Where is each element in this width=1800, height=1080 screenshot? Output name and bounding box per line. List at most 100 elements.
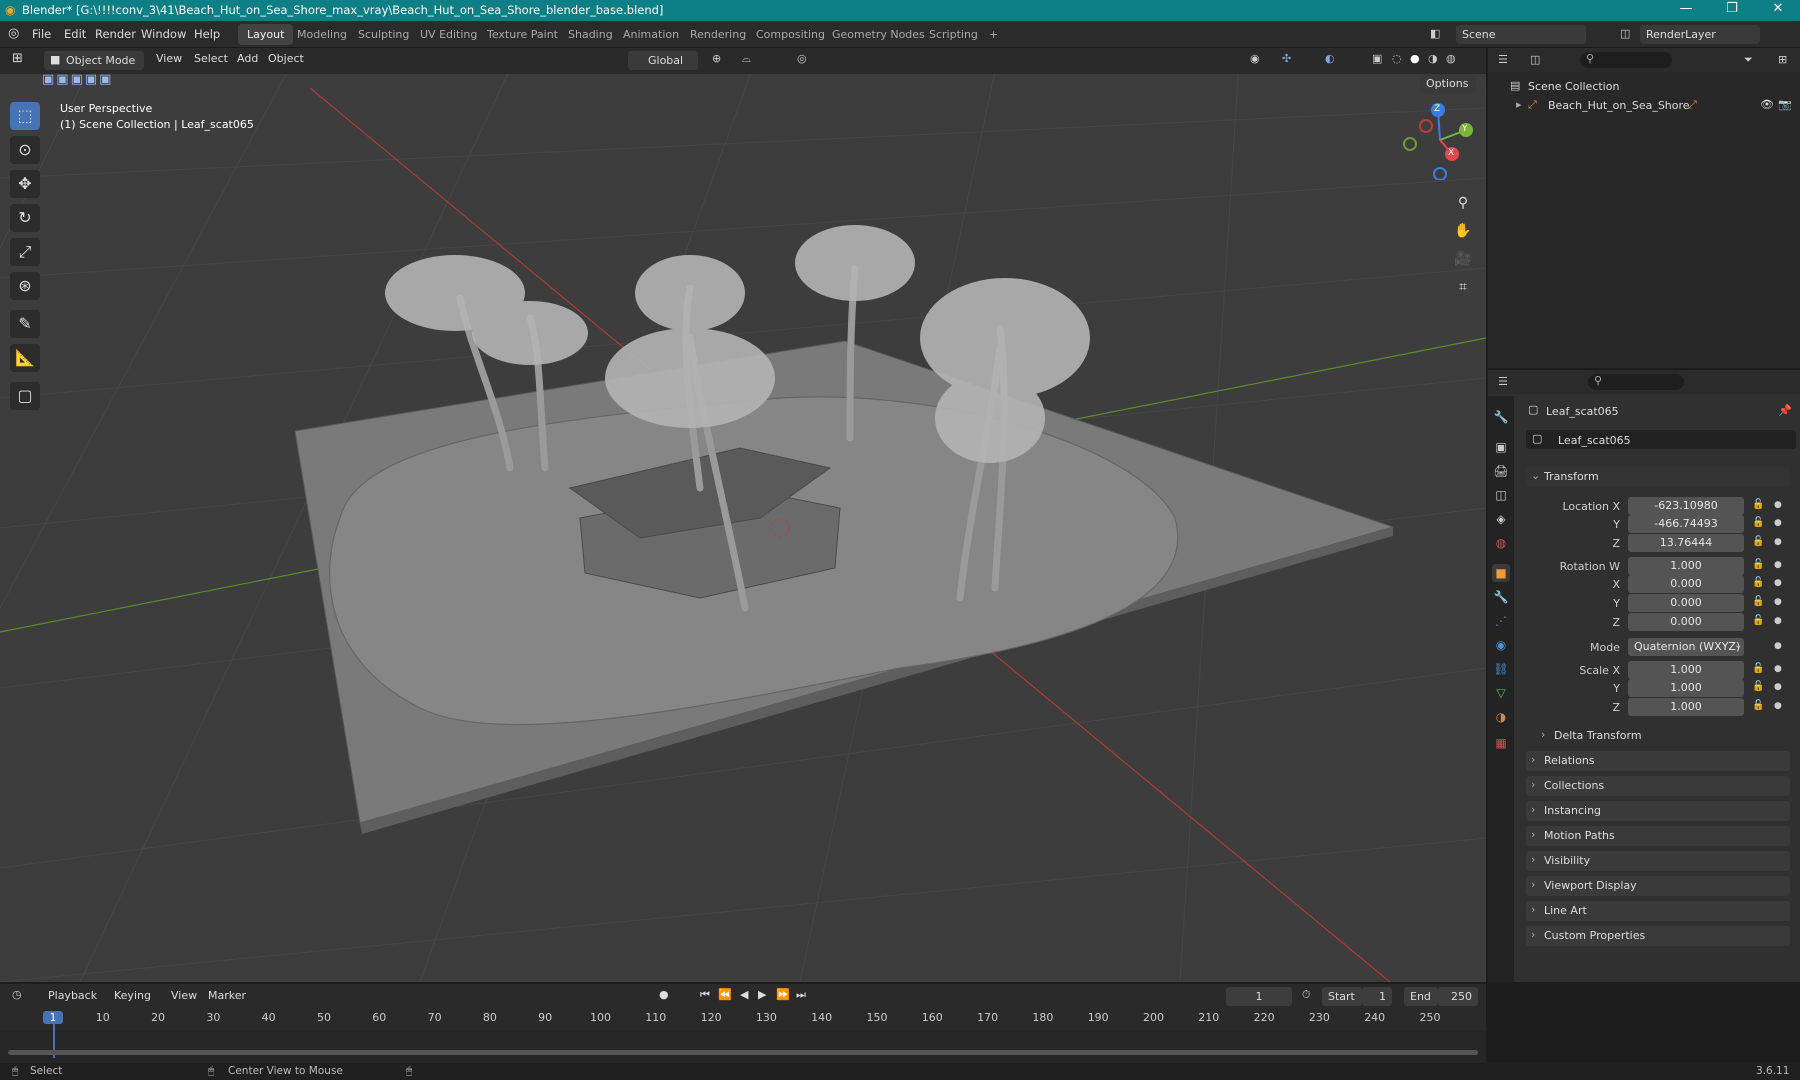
menu-window[interactable]: Window [141,27,186,41]
lock-icon[interactable]: 🔓 [1752,700,1764,711]
minimize-button[interactable]: — [1664,1,1708,16]
move-tool[interactable]: ✥ [10,170,40,198]
measure-tool[interactable]: 📐 [10,344,40,372]
tab-uv-editing[interactable]: UV Editing [411,24,486,45]
keyframe-dot[interactable]: ● [1774,500,1782,510]
keyframe-dot[interactable]: ● [1774,560,1782,570]
lock-icon[interactable]: 🔓 [1752,663,1764,674]
3d-viewport[interactable]: ⊞ Object Mode ■ View Select Add Object G… [0,48,1486,982]
gizmo-toggle-icon[interactable]: ✣ [1282,52,1291,65]
timeline-editor-icon[interactable]: ◷ [12,988,22,1001]
wireframe-shading-icon[interactable]: ◌ [1392,52,1402,65]
motion-paths-panel-header[interactable]: › Motion Paths [1526,826,1790,846]
prev-keyframe-icon[interactable]: ⏪ [718,988,732,1001]
menu-edit[interactable]: Edit [64,27,86,41]
render-tab-icon[interactable]: ▣ [1492,438,1510,456]
keyframe-dot[interactable]: ● [1774,597,1782,607]
options-dropdown[interactable]: Options [1420,74,1476,93]
location-y-field[interactable]: -466.74493 [1628,515,1744,533]
tab-geometry-nodes[interactable]: Geometry Nodes [823,24,934,45]
blender-menu-icon[interactable]: ◎ [8,26,19,41]
particles-tab-icon[interactable]: ⋰ [1492,612,1510,630]
menu-select[interactable]: Select [194,52,228,65]
scale-tool[interactable]: ⤢ [10,238,40,266]
keyframe-dot[interactable]: ● [1774,701,1782,711]
menu-file[interactable]: File [32,27,51,41]
visibility-icon[interactable]: ◉ [1250,52,1260,65]
rotation-mode-dropdown[interactable]: Quaternion (WXYZ) [1628,638,1744,656]
pivot-icon[interactable]: ⊕ [712,52,721,65]
menu-playback[interactable]: Playback [48,989,97,1002]
play-icon[interactable]: ▶ [758,988,766,1001]
material-tab-icon[interactable]: ◑ [1492,708,1510,726]
pin-icon[interactable]: 📌 [1778,404,1792,417]
lock-icon[interactable]: 🔓 [1752,517,1764,528]
expand-chevron-icon[interactable]: ▸ [1516,98,1522,111]
tab-texture-paint[interactable]: Texture Paint [478,24,567,45]
keyframe-dot[interactable]: ● [1774,616,1782,626]
transform-tool[interactable]: ⊛ [10,272,40,300]
xray-icon[interactable]: ▣ [1372,52,1382,65]
camera-icon[interactable]: 🎥 [1450,246,1476,272]
lock-icon[interactable]: 🔓 [1752,536,1764,547]
scale-z-field[interactable]: 1.000 [1628,698,1744,716]
properties-editor-icon[interactable]: ☰ [1498,375,1508,388]
collections-panel-header[interactable]: › Collections [1526,776,1790,796]
viewport-display-panel-header[interactable]: › Viewport Display [1526,876,1790,896]
menu-object[interactable]: Object [268,52,304,65]
lock-icon[interactable]: 🔓 [1752,499,1764,510]
line-art-panel-header[interactable]: › Line Art [1526,901,1790,921]
lock-icon[interactable]: 🔓 [1752,559,1764,570]
visibility-panel-header[interactable]: › Visibility [1526,851,1790,871]
orientation-dropdown[interactable]: Global [628,51,698,70]
scene-tab-icon[interactable]: ◈ [1492,510,1510,528]
select-box-tool[interactable]: ⬚ [10,102,40,130]
add-workspace-button[interactable]: + [980,24,1007,45]
rendered-shading-icon[interactable]: ◍ [1446,52,1456,65]
lock-icon[interactable]: 🔓 [1752,577,1764,588]
menu-keying[interactable]: Keying [114,989,151,1002]
rotate-tool[interactable]: ↻ [10,204,40,232]
next-keyframe-icon[interactable]: ⏩ [776,988,790,1001]
tab-shading[interactable]: Shading [559,24,622,45]
keyframe-dot[interactable]: ● [1774,578,1782,588]
outliner-editor-icon[interactable]: ☰ [1498,53,1508,66]
menu-add[interactable]: Add [237,52,258,65]
tab-animation[interactable]: Animation [614,24,688,45]
close-button[interactable]: ✕ [1756,1,1800,16]
tab-compositing[interactable]: Compositing [747,24,834,45]
instancing-panel-header[interactable]: › Instancing [1526,801,1790,821]
lock-icon[interactable]: 🔓 [1752,615,1764,626]
stopwatch-icon[interactable]: ⏱ [1302,988,1311,1002]
view-layer-tab-icon[interactable]: ◫ [1492,486,1510,504]
eye-icon[interactable]: 👁 [1760,98,1774,111]
frame-end-field[interactable]: 250 [1438,987,1478,1006]
filter-icon[interactable]: ⏷ [1744,53,1753,67]
modifier-tab-icon[interactable]: 🔧 [1492,588,1510,606]
frame-start-field[interactable]: 1 [1362,987,1392,1006]
tool-tab-icon[interactable]: 🔧 [1492,408,1510,426]
play-reverse-icon[interactable]: ◀ [740,988,748,1001]
menu-timeline-view[interactable]: View [171,989,197,1002]
location-x-field[interactable]: -623.10980 [1628,497,1744,515]
scene-selector[interactable]: Scene [1456,25,1586,44]
menu-marker[interactable]: Marker [208,989,246,1002]
scene-collection-label[interactable]: Scene Collection [1528,80,1619,93]
solid-shading-icon[interactable]: ● [1410,52,1420,65]
tab-sculpting[interactable]: Sculpting [349,24,418,45]
rotation-x-field[interactable]: 0.000 [1628,575,1744,593]
timeline-track[interactable] [0,1030,1486,1052]
custom-properties-panel-header[interactable]: › Custom Properties [1526,926,1790,946]
menu-help[interactable]: Help [194,27,220,41]
menu-view[interactable]: View [156,52,182,65]
lock-icon[interactable]: 🔓 [1752,596,1764,607]
cursor-tool[interactable]: ⊙ [10,136,40,164]
perspective-grid-icon[interactable]: ⌗ [1450,274,1476,300]
texture-tab-icon[interactable]: ▦ [1492,734,1510,752]
world-tab-icon[interactable]: ◍ [1492,534,1510,552]
menu-render[interactable]: Render [95,27,136,41]
datablock-name[interactable]: Leaf_scat065 [1558,434,1631,447]
select-mode-icons[interactable]: ▣▣▣▣▣ [42,72,113,87]
tab-modeling[interactable]: Modeling [288,24,356,45]
rotation-w-field[interactable]: 1.000 [1628,557,1744,575]
